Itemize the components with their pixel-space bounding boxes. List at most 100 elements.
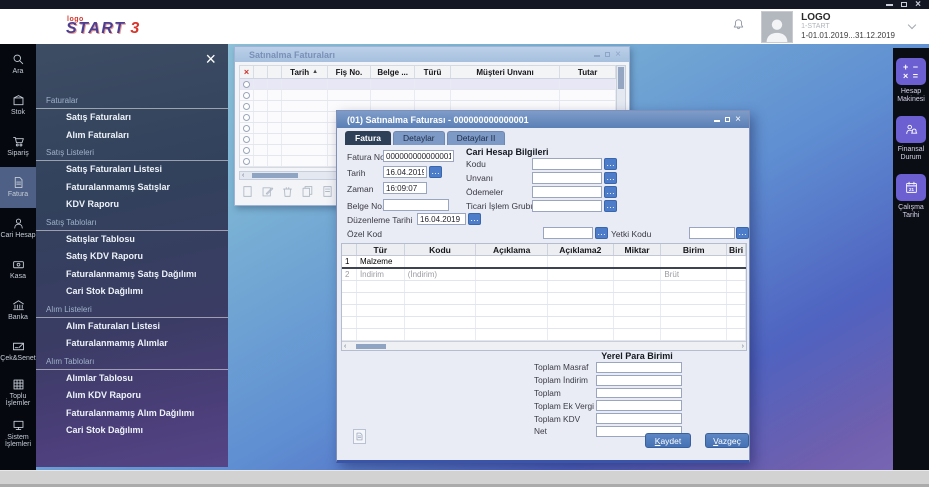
grid-cell[interactable] bbox=[476, 256, 548, 267]
kodu-input[interactable] bbox=[532, 158, 602, 170]
notifications-button[interactable] bbox=[732, 18, 745, 36]
yetki-kodu-input[interactable] bbox=[689, 227, 735, 239]
menu-item-sat-kdv-raporu[interactable]: Satış KDV Raporu bbox=[36, 248, 228, 266]
sidebar-item-toplu-i-lemler[interactable]: Toplu İşlemler bbox=[0, 372, 36, 413]
menu-close-icon[interactable]: × bbox=[205, 50, 216, 68]
grid-cell[interactable] bbox=[476, 317, 548, 328]
row-selector-circle[interactable] bbox=[243, 114, 250, 121]
menu-item-sat-faturalar-listesi[interactable]: Satış Faturaları Listesi bbox=[36, 161, 228, 179]
grid-cell[interactable] bbox=[614, 317, 662, 328]
list-column-header-delete[interactable]: × bbox=[240, 66, 254, 78]
grid-cell[interactable] bbox=[727, 293, 746, 304]
grid-cell[interactable] bbox=[405, 329, 477, 340]
grid-cell[interactable] bbox=[661, 329, 727, 340]
menu-item-faturalanmam-sat-lar[interactable]: Faturalanmamış Satışlar bbox=[36, 179, 228, 197]
grid-cell[interactable] bbox=[661, 293, 727, 304]
grid-column-header-birim[interactable]: Birim bbox=[661, 244, 727, 255]
invoice-titlebar[interactable]: (01) Satınalma Faturası - 00000000000000… bbox=[337, 111, 749, 128]
row-selector-circle[interactable] bbox=[243, 92, 250, 99]
grid-row[interactable]: 2İndirim(İndirim)Brüt bbox=[342, 269, 746, 281]
row-selector-cell[interactable] bbox=[240, 90, 254, 100]
close-icon[interactable]: × bbox=[915, 1, 921, 9]
toplam-input[interactable] bbox=[596, 388, 682, 399]
list-column-header-belge[interactable]: Belge ... bbox=[371, 66, 415, 78]
sidebar-item-sipari[interactable]: Sipariş bbox=[0, 126, 36, 167]
menu-item-al-m-faturalar-listesi[interactable]: Alım Faturaları Listesi bbox=[36, 318, 228, 336]
grid-column-header-a-klama[interactable]: Açıklama bbox=[476, 244, 548, 255]
tarih-lookup-button[interactable] bbox=[429, 166, 442, 178]
grid-cell[interactable] bbox=[357, 329, 405, 340]
save-button[interactable]: Kaydet bbox=[645, 433, 691, 448]
tab-fatura[interactable]: Fatura bbox=[345, 131, 391, 145]
scroll-left-icon[interactable]: ‹ bbox=[240, 172, 246, 179]
unvan-input[interactable] bbox=[532, 172, 602, 184]
sidebar-item-stok[interactable]: Stok bbox=[0, 85, 36, 126]
toplam-masraf-input[interactable] bbox=[596, 362, 682, 373]
sidebar-item-fatura[interactable]: Fatura bbox=[0, 167, 36, 208]
grid-cell[interactable] bbox=[661, 281, 727, 292]
list-window-titlebar[interactable]: Satınalma Faturaları × bbox=[235, 47, 629, 62]
grid-horizontal-scrollbar[interactable]: ‹› bbox=[342, 341, 746, 350]
menu-item-faturalanmam-al-m-da-l-m[interactable]: Faturalanmamış Alım Dağılımı bbox=[36, 405, 228, 423]
belge-no-input[interactable] bbox=[383, 199, 449, 211]
grid-cell[interactable] bbox=[661, 256, 727, 267]
list-column-header-blank-1[interactable] bbox=[254, 66, 268, 78]
row-selector-circle[interactable] bbox=[243, 103, 250, 110]
duzenleme-tarihi-lookup-button[interactable] bbox=[468, 213, 481, 225]
menu-item-sat-lar-tablosu[interactable]: Satışlar Tablosu bbox=[36, 231, 228, 249]
close-icon[interactable]: × bbox=[615, 50, 621, 59]
copy-button[interactable] bbox=[301, 185, 314, 203]
grid-row[interactable] bbox=[342, 293, 746, 305]
grid-cell[interactable] bbox=[405, 317, 477, 328]
menu-item-al-mlar-tablosu[interactable]: Alımlar Tablosu bbox=[36, 370, 228, 388]
toplam-i-ndirim-input[interactable] bbox=[596, 375, 682, 386]
grid-cell[interactable] bbox=[661, 305, 727, 316]
grid-row[interactable] bbox=[342, 317, 746, 329]
grid-cell[interactable] bbox=[548, 269, 614, 280]
grid-cell[interactable] bbox=[661, 317, 727, 328]
row-selector-circle[interactable] bbox=[243, 158, 250, 165]
ozel-kod-lookup-button[interactable] bbox=[595, 227, 608, 239]
grid-row[interactable] bbox=[342, 281, 746, 293]
sidebar-item-sistem-i-lemleri[interactable]: Sistem İşlemleri bbox=[0, 413, 36, 454]
tab-detaylar-ii[interactable]: Detaylar II bbox=[447, 131, 506, 145]
menu-item-cari-stok-da-l-m[interactable]: Cari Stok Dağılımı bbox=[36, 283, 228, 301]
grid-column-header-miktar[interactable]: Miktar bbox=[614, 244, 662, 255]
grid-cell[interactable] bbox=[405, 305, 477, 316]
scroll-right-icon[interactable]: › bbox=[740, 343, 746, 350]
row-selector-cell[interactable] bbox=[240, 79, 254, 89]
menu-item-cari-stok-da-l-m[interactable]: Cari Stok Dağılımı bbox=[36, 422, 228, 440]
restore-icon[interactable] bbox=[901, 2, 907, 7]
grid-cell[interactable] bbox=[614, 269, 662, 280]
grid-row[interactable] bbox=[342, 305, 746, 317]
grid-cell[interactable] bbox=[727, 269, 746, 280]
maximize-icon[interactable] bbox=[605, 52, 611, 57]
menu-item-kdv-raporu[interactable]: KDV Raporu bbox=[36, 196, 228, 214]
demeler-input[interactable] bbox=[532, 186, 602, 198]
grid-cell[interactable] bbox=[548, 317, 614, 328]
edit-button[interactable] bbox=[261, 185, 274, 203]
cancel-button[interactable]: Vazgeç bbox=[705, 433, 749, 448]
grid-cell[interactable] bbox=[614, 293, 662, 304]
grid-cell[interactable]: (İndirim) bbox=[405, 269, 477, 280]
grid-cell[interactable] bbox=[727, 305, 746, 316]
zaman-input[interactable] bbox=[383, 182, 427, 194]
list-column-header-fi-no[interactable]: Fiş No. bbox=[328, 66, 372, 78]
grid-cell[interactable]: İndirim bbox=[357, 269, 405, 280]
row-selector-circle[interactable] bbox=[243, 81, 250, 88]
grid-cell[interactable] bbox=[548, 329, 614, 340]
grid-column-header-kodu[interactable]: Kodu bbox=[405, 244, 477, 255]
menu-item-al-m-faturalar[interactable]: Alım Faturaları bbox=[36, 127, 228, 145]
note-button[interactable] bbox=[353, 429, 366, 444]
yetki-kodu-lookup-button[interactable] bbox=[736, 227, 749, 239]
grid-cell[interactable] bbox=[476, 293, 548, 304]
grid-cell[interactable] bbox=[548, 305, 614, 316]
grid-cell[interactable] bbox=[357, 317, 405, 328]
tab-detaylar[interactable]: Detaylar bbox=[393, 131, 445, 145]
hesap-makinesi-button[interactable]: + −× = bbox=[896, 58, 926, 85]
grid-cell[interactable] bbox=[727, 281, 746, 292]
view-button[interactable] bbox=[321, 185, 334, 203]
list-column-header-m-teri-unvan[interactable]: Müşteri Unvanı bbox=[451, 66, 560, 78]
row-selector-circle[interactable] bbox=[243, 136, 250, 143]
grid-cell[interactable] bbox=[357, 293, 405, 304]
